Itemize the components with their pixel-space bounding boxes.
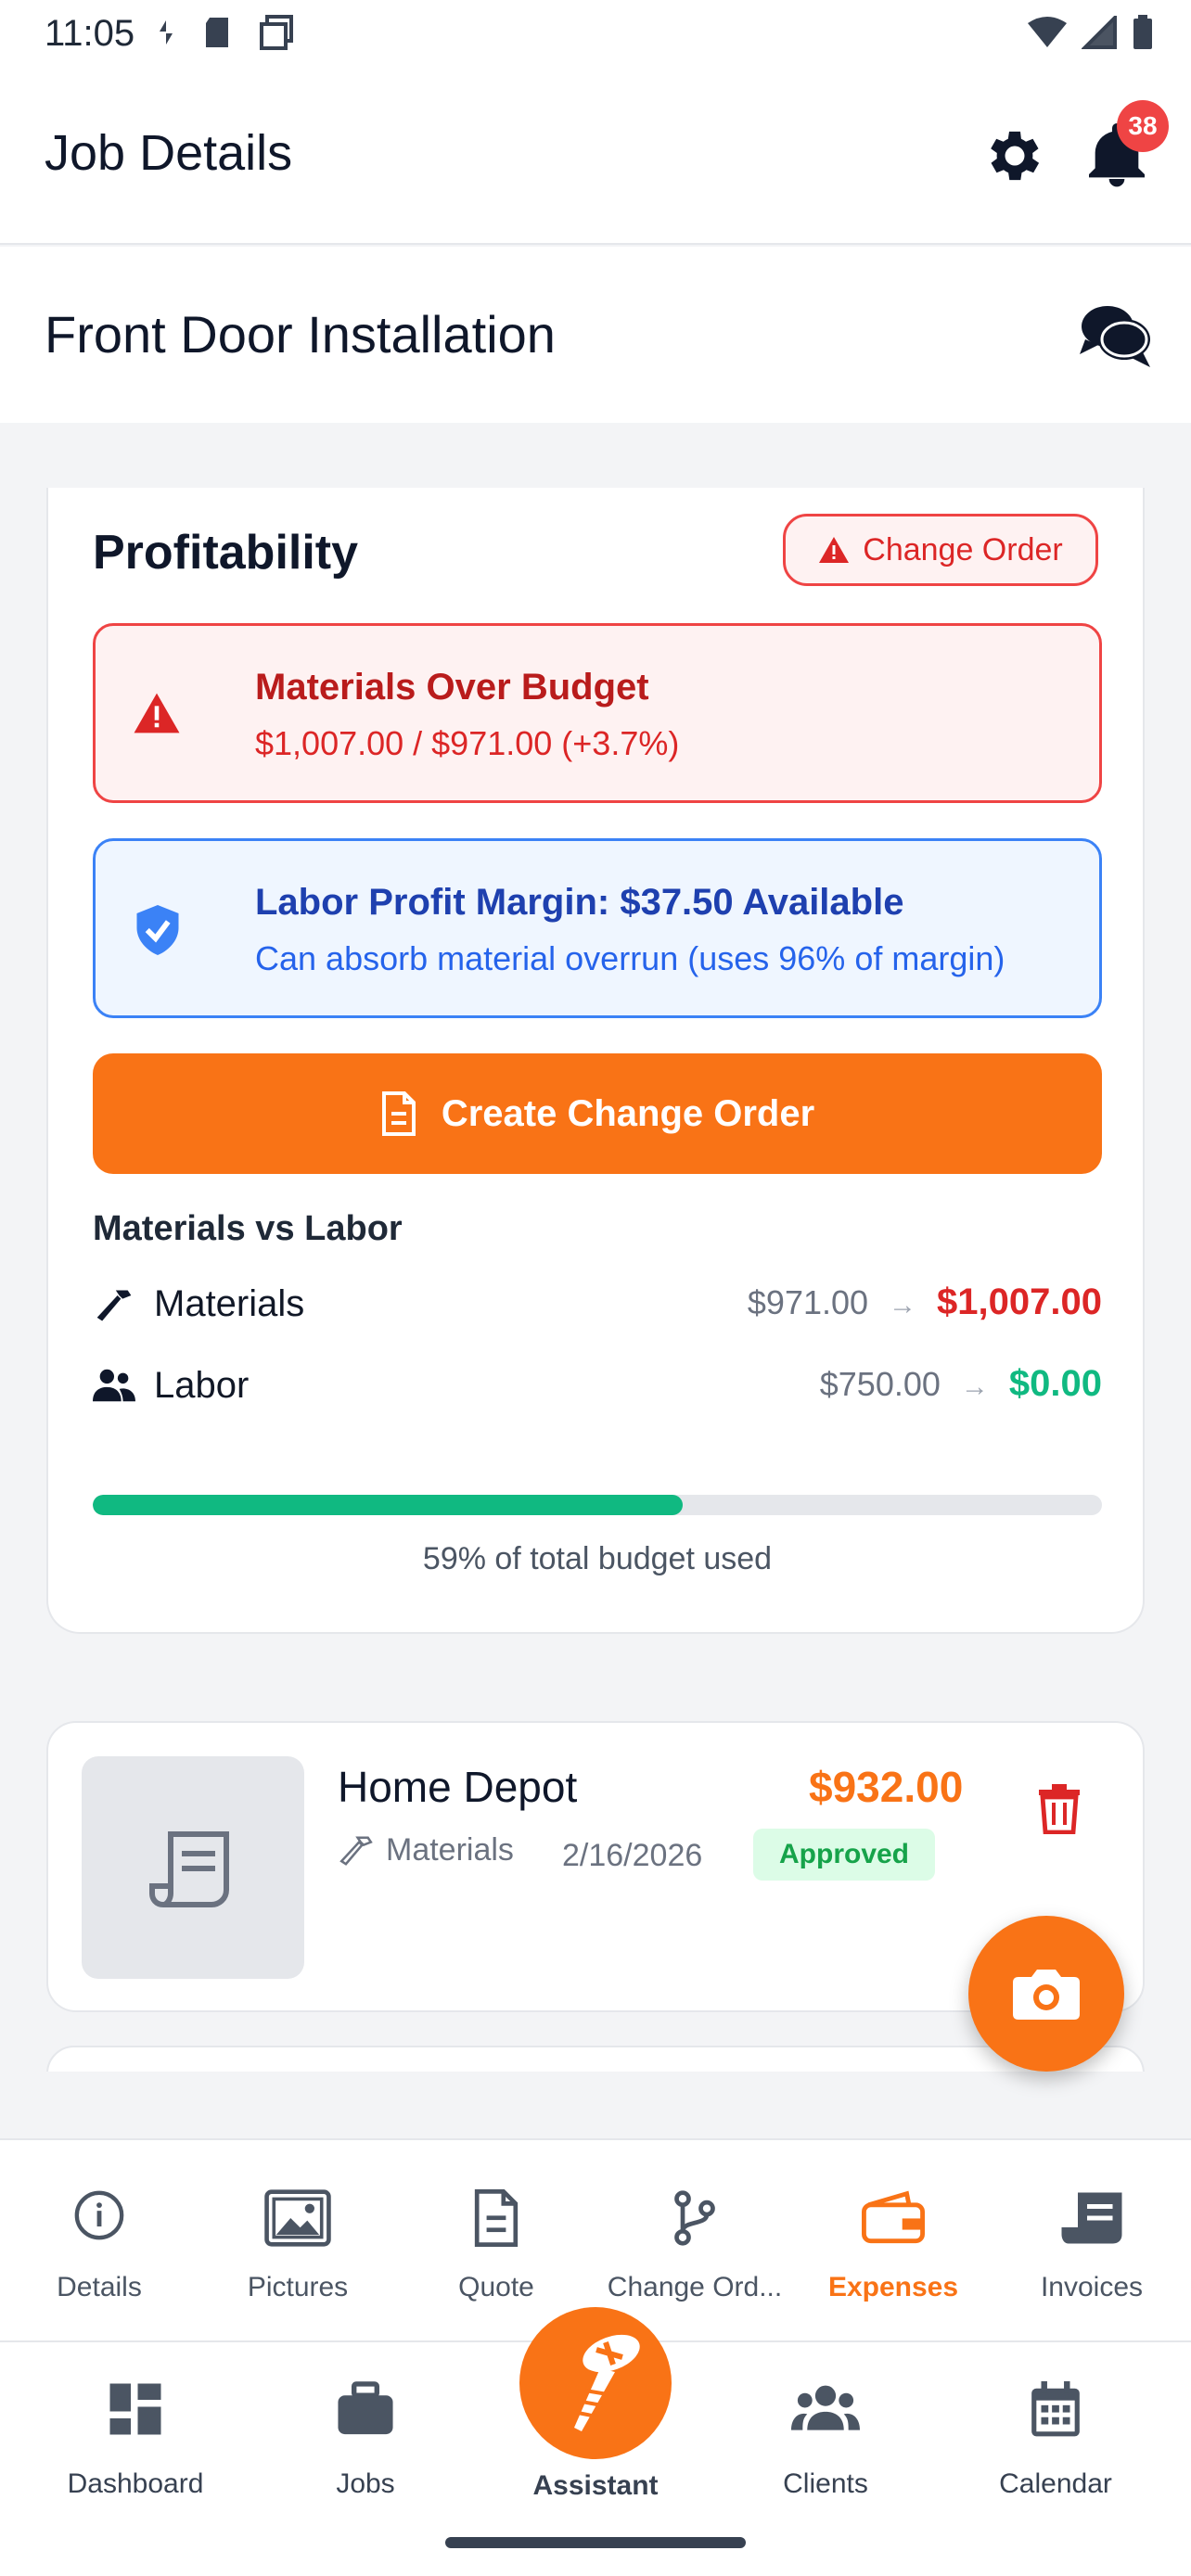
people-icon bbox=[93, 1369, 135, 1402]
warning-icon bbox=[134, 693, 180, 733]
signal-icon bbox=[1082, 16, 1117, 49]
profitability-title: Profitability bbox=[93, 526, 359, 580]
hammer-icon bbox=[339, 1835, 373, 1866]
trash-icon bbox=[1039, 1784, 1080, 1835]
nav-assistant[interactable] bbox=[519, 2307, 672, 2459]
dashboard-icon bbox=[109, 2383, 161, 2435]
budget-value: $971.00 bbox=[747, 1283, 869, 1321]
tab-change-orders[interactable]: Change Ord... bbox=[596, 2140, 794, 2342]
row-label: Labor bbox=[154, 1365, 250, 1406]
budget-value: $750.00 bbox=[819, 1365, 941, 1403]
status-time: 11:05 bbox=[45, 13, 135, 54]
budget-progress-bar bbox=[93, 1495, 1102, 1515]
row-label: Materials bbox=[154, 1283, 305, 1324]
create-change-order-button[interactable]: Create Change Order bbox=[93, 1053, 1102, 1174]
document-icon bbox=[474, 2189, 519, 2247]
screw-icon bbox=[574, 2334, 640, 2431]
wifi-icon bbox=[1028, 17, 1067, 47]
screenshot-icon bbox=[260, 15, 293, 50]
tab-label: Quote bbox=[458, 2272, 534, 2302]
nav-calendar[interactable]: Calendar bbox=[941, 2342, 1171, 2576]
status-badge: Approved bbox=[753, 1829, 936, 1881]
tab-label: Change Ord... bbox=[607, 2272, 783, 2302]
create-change-order-label: Create Change Order bbox=[441, 1092, 815, 1134]
alert-detail: Can absorb material overrun (uses 96% of… bbox=[255, 939, 1005, 977]
expense-amount: $932.00 bbox=[809, 1763, 964, 1811]
change-order-pill[interactable]: Change Order bbox=[783, 514, 1098, 586]
gear-icon bbox=[991, 131, 1040, 181]
document-icon bbox=[381, 1091, 416, 1136]
arrow-right-icon: → bbox=[889, 1290, 917, 1320]
tab-label: Pictures bbox=[247, 2272, 349, 2302]
briefcase-icon bbox=[338, 2381, 393, 2435]
app-header: Job Details 38 bbox=[0, 67, 1191, 245]
info-icon bbox=[74, 2190, 124, 2240]
arrow-right-icon: → bbox=[960, 1371, 989, 1402]
receipt-icon bbox=[149, 1831, 229, 1907]
notification-badge: 38 bbox=[1117, 100, 1169, 152]
tab-label: Invoices bbox=[1040, 2272, 1144, 2302]
materials-over-budget-alert: Materials Over Budget $1,007.00 / $971.0… bbox=[93, 623, 1102, 803]
delete-expense-button[interactable] bbox=[1037, 1782, 1089, 1838]
pictures-icon bbox=[264, 2189, 331, 2247]
materials-vs-labor-title: Materials vs Labor bbox=[93, 1209, 403, 1248]
materials-row: Materials $971.00 → $1,007.00 bbox=[93, 1278, 1102, 1333]
nav-label: Calendar bbox=[999, 2468, 1112, 2499]
sd-card-icon bbox=[206, 18, 228, 47]
nfc-icon bbox=[160, 20, 173, 45]
alert-title: Labor Profit Margin: $37.50 Available bbox=[255, 882, 904, 923]
nav-label: Jobs bbox=[336, 2468, 395, 2499]
wallet-icon bbox=[862, 2190, 925, 2244]
camera-icon bbox=[1013, 1970, 1080, 2020]
tab-label: Expenses bbox=[827, 2272, 959, 2302]
invoice-icon bbox=[1061, 2192, 1122, 2244]
actual-value: $1,007.00 bbox=[937, 1282, 1102, 1322]
tab-pictures[interactable]: Pictures bbox=[198, 2140, 397, 2342]
tab-invoices[interactable]: Invoices bbox=[992, 2140, 1191, 2342]
warning-icon bbox=[819, 537, 850, 563]
calendar-icon bbox=[1031, 2381, 1080, 2437]
nav-assistant-label: Assistant bbox=[532, 2470, 659, 2501]
people-icon bbox=[791, 2385, 860, 2430]
tab-label: Details bbox=[57, 2272, 142, 2302]
status-bar: 11:05 bbox=[0, 0, 1191, 67]
receipt-thumbnail[interactable] bbox=[82, 1756, 304, 1979]
actual-value: $0.00 bbox=[1008, 1363, 1102, 1404]
tab-expenses[interactable]: Expenses bbox=[794, 2140, 992, 2342]
add-receipt-camera-button[interactable] bbox=[968, 1916, 1124, 2072]
page-title: Job Details bbox=[45, 125, 293, 181]
labor-row: Labor $750.00 → $0.00 bbox=[93, 1359, 1102, 1415]
hammer-icon bbox=[96, 1290, 132, 1321]
labor-margin-alert: Labor Profit Margin: $37.50 Available Ca… bbox=[93, 838, 1102, 1018]
profitability-card: Profitability Change Order Materials Ove… bbox=[46, 488, 1145, 1634]
alert-title: Materials Over Budget bbox=[255, 667, 649, 708]
tab-details[interactable]: Details bbox=[0, 2140, 198, 2342]
budget-progress-fill bbox=[93, 1495, 684, 1515]
chat-icon bbox=[1080, 306, 1150, 367]
job-title-bar: Front Door Installation bbox=[0, 247, 1191, 423]
branch-icon bbox=[674, 2190, 715, 2246]
nav-dashboard[interactable]: Dashboard bbox=[20, 2342, 250, 2576]
nav-label: Dashboard bbox=[67, 2468, 204, 2499]
home-indicator[interactable] bbox=[445, 2537, 746, 2548]
battery-icon bbox=[1133, 15, 1152, 49]
job-title: Front Door Installation bbox=[45, 305, 556, 363]
expense-category-label: Materials bbox=[386, 1832, 514, 1868]
alert-detail: $1,007.00 / $971.00 (+3.7%) bbox=[255, 724, 680, 762]
expense-vendor: Home Depot bbox=[338, 1763, 578, 1811]
change-order-pill-label: Change Order bbox=[863, 531, 1063, 567]
settings-button[interactable] bbox=[981, 122, 1048, 189]
content-scroll[interactable]: Profitability Change Order Materials Ove… bbox=[0, 423, 1191, 2072]
nav-label: Clients bbox=[783, 2468, 868, 2499]
expense-category: Materials bbox=[338, 1832, 514, 1868]
chat-button[interactable] bbox=[1076, 299, 1154, 373]
budget-caption: 59% of total budget used bbox=[422, 1541, 773, 1576]
expense-card-next[interactable] bbox=[46, 2046, 1145, 2072]
shield-check-icon bbox=[136, 905, 179, 955]
expense-date: 2/16/2026 bbox=[562, 1838, 703, 1873]
